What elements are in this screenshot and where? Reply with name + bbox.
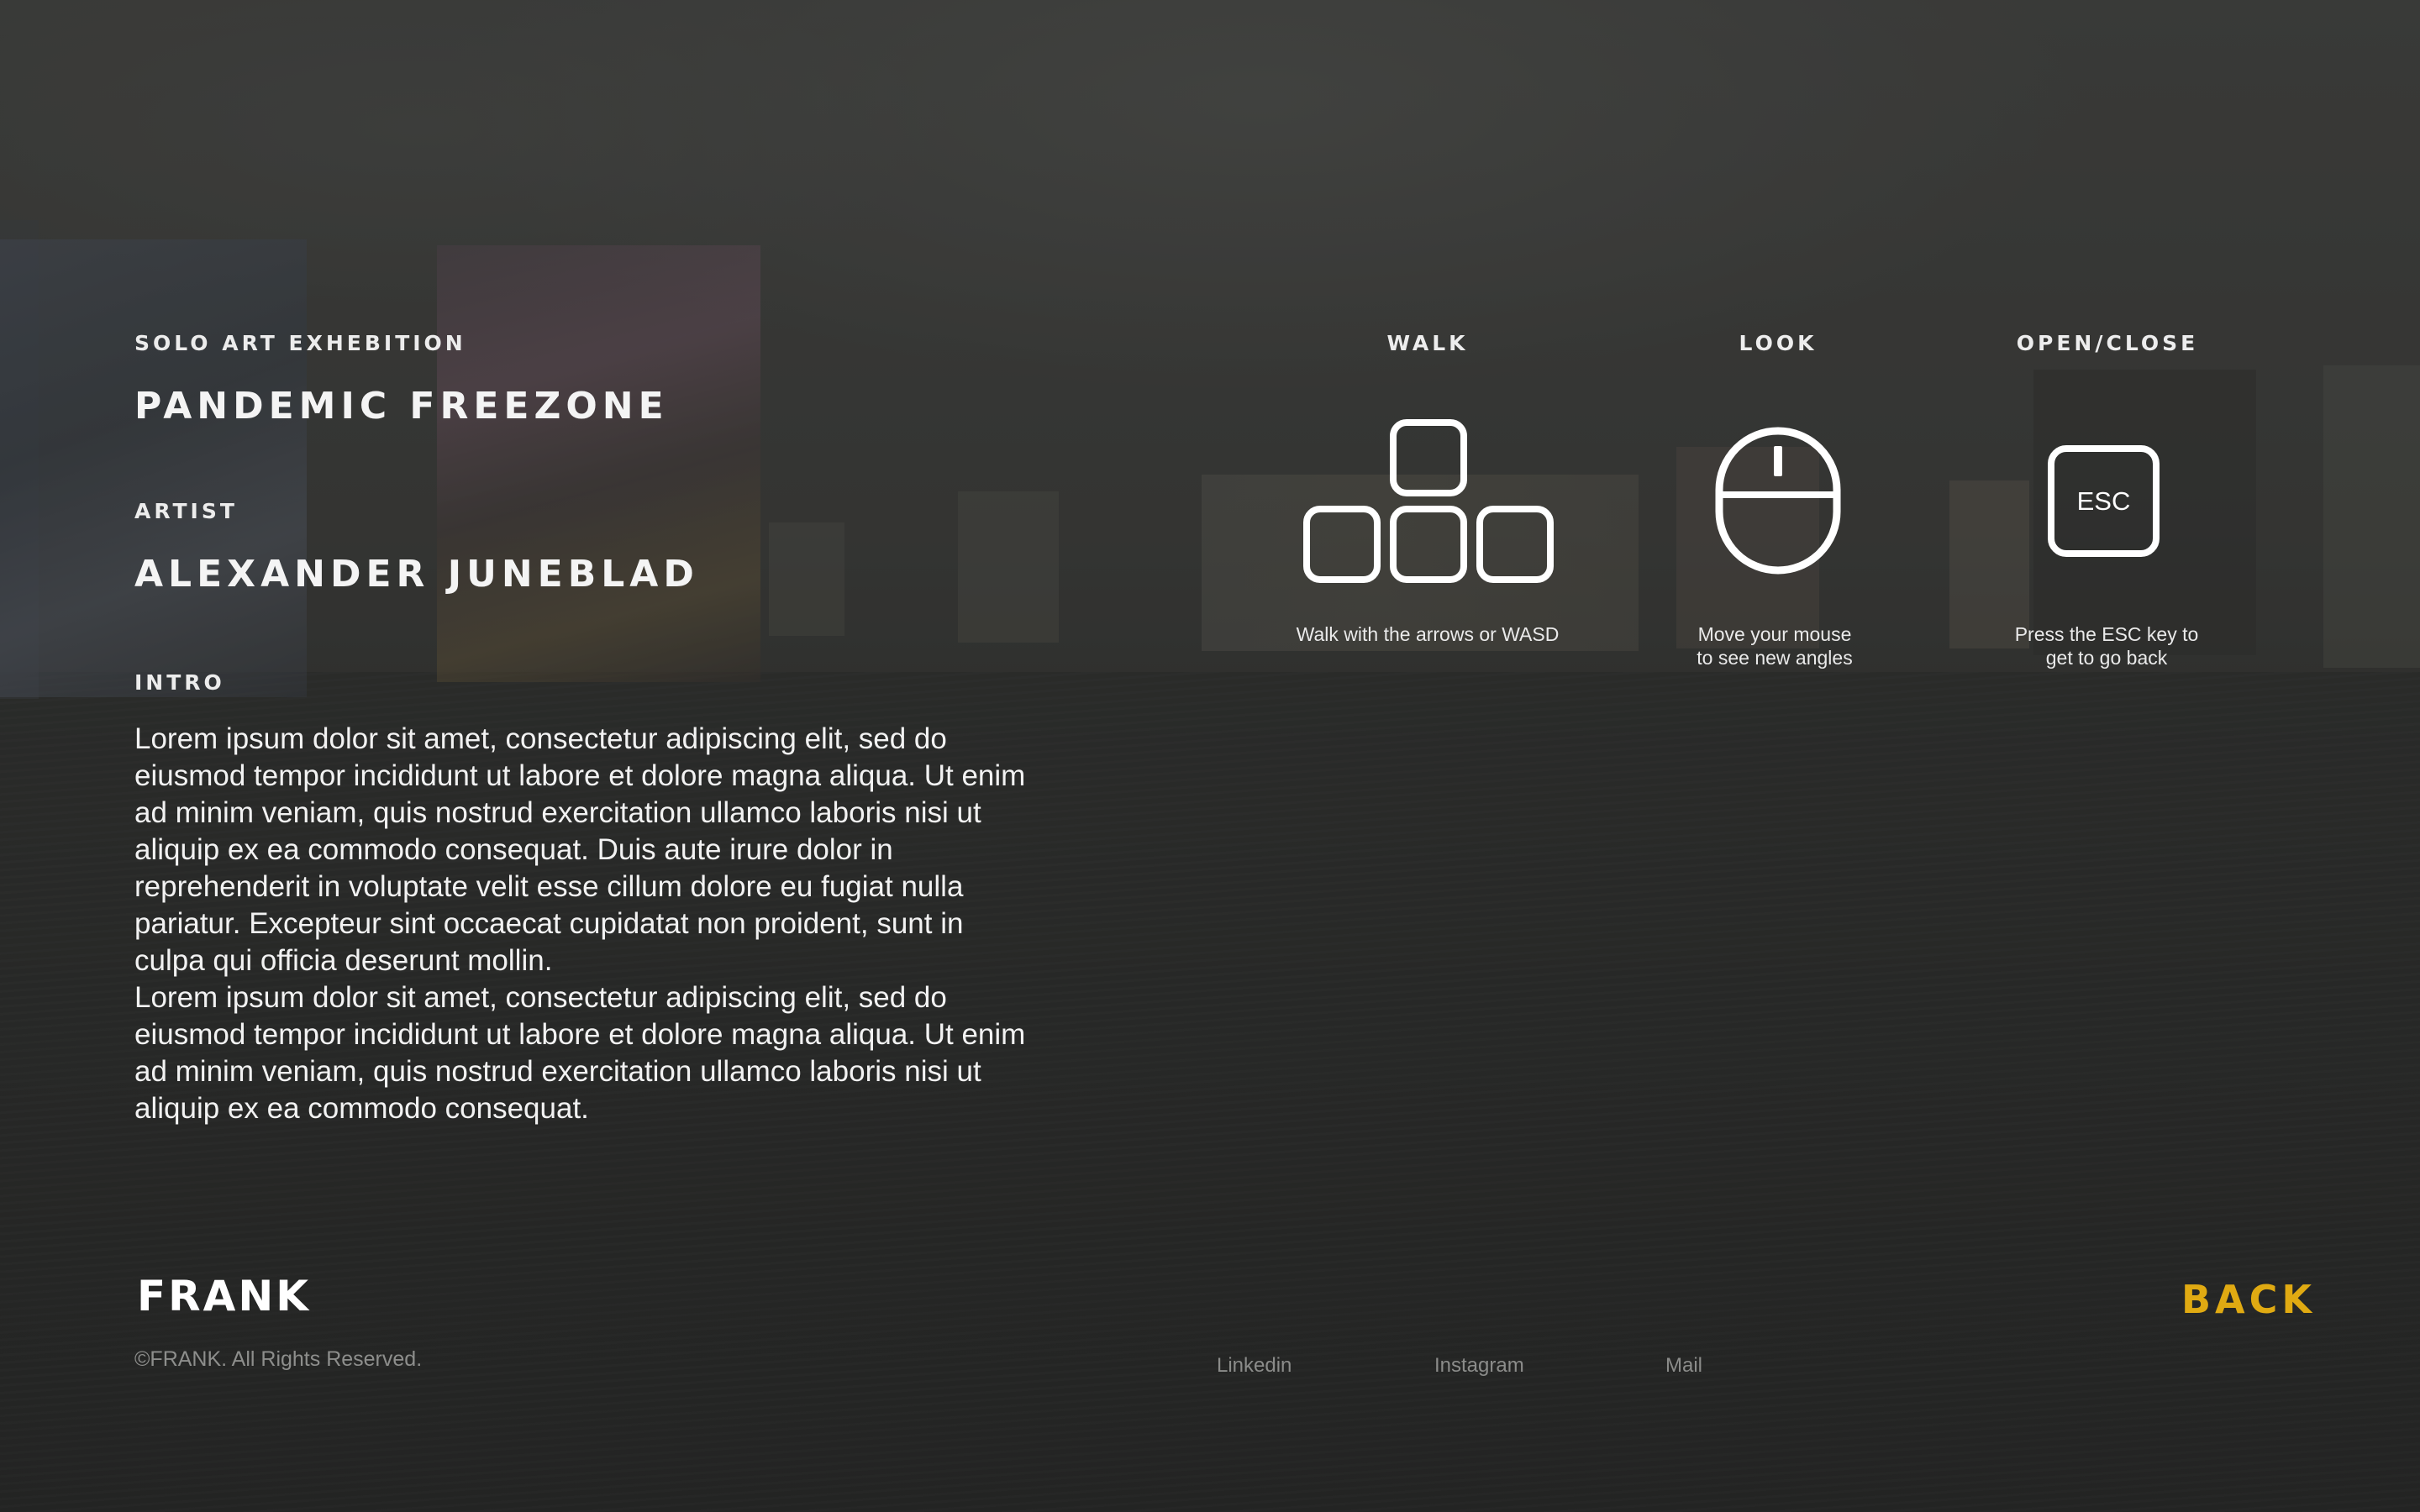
look-caption: Move your mouse to see new angles xyxy=(1697,623,1853,669)
mail-link[interactable]: Mail xyxy=(1665,1354,1702,1378)
open-close-label: OPEN/CLOSE xyxy=(2016,331,2199,355)
open-close-caption: Press the ESC key to get to go back xyxy=(2014,623,2199,669)
logo-text: FRANK xyxy=(137,1275,310,1315)
copyright-text: ©FRANK. All Rights Reserved. xyxy=(134,1347,423,1371)
intro-label: INTRO xyxy=(134,670,225,695)
gallery-scene: SOLO ART EXHEBITION PANDEMIC FREEZONE AR… xyxy=(0,0,2420,1512)
linkedin-link[interactable]: Linkedin xyxy=(1217,1354,1292,1378)
exhibition-title: PANDEMIC FREEZONE xyxy=(134,385,669,428)
walk-label: WALK xyxy=(1386,331,1469,355)
intro-text: Lorem ipsum dolor sit amet, consectetur … xyxy=(134,722,1026,1125)
mouse-icon xyxy=(1715,427,1841,575)
frank-logo[interactable]: FRANK xyxy=(137,1275,310,1315)
arrow-keys-icon xyxy=(1303,419,1554,583)
artist-name: ALEXANDER JUNEBLAD xyxy=(134,553,699,596)
esc-key-icon: ESC xyxy=(2048,445,2160,557)
walk-caption: Walk with the arrows or WASD xyxy=(1296,623,1560,645)
back-button[interactable]: BACK xyxy=(2181,1277,2316,1322)
artist-label: ARTIST xyxy=(134,499,238,523)
instagram-link[interactable]: Instagram xyxy=(1434,1354,1524,1378)
look-label: LOOK xyxy=(1739,331,1818,355)
exhibition-type-label: SOLO ART EXHEBITION xyxy=(134,331,466,355)
